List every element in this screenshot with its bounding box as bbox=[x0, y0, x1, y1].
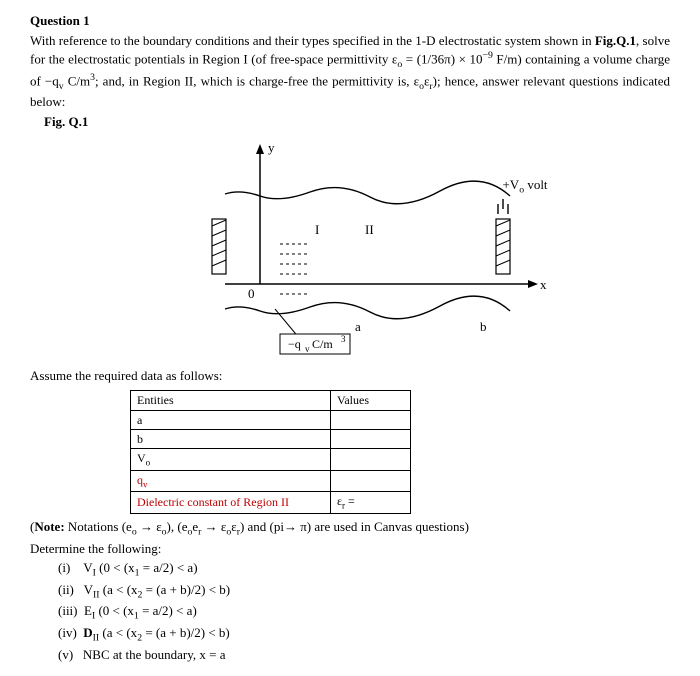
voltage-label: +Vo volt bbox=[485, 176, 560, 196]
figure-label: Fig. Q.1 bbox=[44, 113, 670, 131]
data-table: Entities Values a b Vo qv Dielectric con… bbox=[130, 390, 670, 513]
th-values: Values bbox=[331, 391, 411, 410]
y-axis-label: y bbox=[268, 140, 275, 155]
note-line: (Note: Notations (eo → εo), (eoer → εoεr… bbox=[30, 518, 670, 539]
assume-line: Assume the required data as follows: bbox=[30, 367, 670, 385]
part-i: (i) VI (0 < (x1 = a/2) < a) bbox=[58, 559, 670, 580]
region-2-label: II bbox=[365, 222, 374, 237]
row-a: a bbox=[131, 410, 331, 429]
x-axis-label: x bbox=[540, 277, 547, 292]
row-dielectric: Dielectric constant of Region II bbox=[131, 492, 331, 514]
row-dielectric-val: εr = bbox=[331, 492, 411, 514]
point-b: b bbox=[480, 319, 487, 334]
row-b: b bbox=[131, 429, 331, 448]
th-entities: Entities bbox=[131, 391, 331, 410]
determine-title: Determine the following: bbox=[30, 540, 670, 558]
question-title: Question 1 bbox=[30, 12, 670, 30]
row-vo: Vo bbox=[131, 449, 331, 471]
point-a: a bbox=[355, 319, 361, 334]
part-iv: (iv) DII (a < (x2 = (a + b)/2) < b) bbox=[58, 624, 670, 645]
svg-text:v: v bbox=[305, 344, 310, 354]
charge-label: −q bbox=[288, 337, 301, 351]
part-iii: (iii) EI (0 < (x1 = a/2) < a) bbox=[58, 602, 670, 623]
origin-label: 0 bbox=[248, 286, 255, 301]
svg-text:C/m: C/m bbox=[312, 337, 333, 351]
part-v: (v) NBC at the boundary, x = a bbox=[58, 646, 670, 664]
svg-text:3: 3 bbox=[341, 334, 346, 344]
region-1-label: I bbox=[315, 222, 319, 237]
figure: y x 0 I II a b bbox=[30, 134, 670, 369]
question-paragraph: With reference to the boundary condition… bbox=[30, 32, 670, 111]
row-qv: qv bbox=[131, 470, 331, 492]
part-ii: (ii) VII (a < (x2 = (a + b)/2) < b) bbox=[58, 581, 670, 602]
